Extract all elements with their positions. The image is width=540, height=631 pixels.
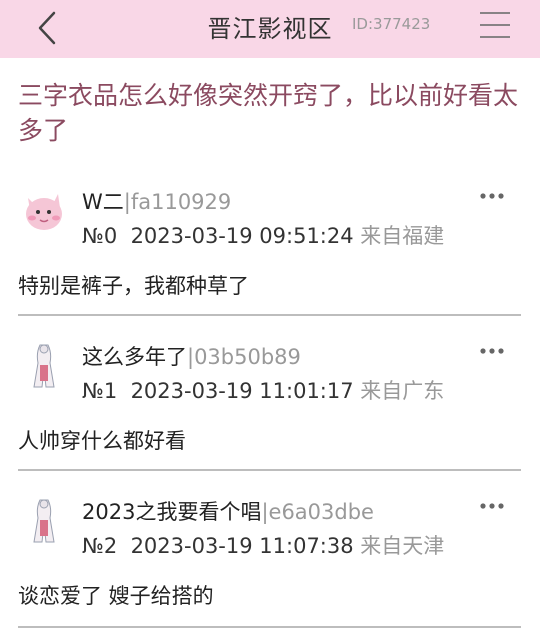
post-content: 谈恋爱了 嫂子给搭的	[18, 584, 214, 608]
author-name: W二	[82, 190, 124, 214]
avatar[interactable]	[18, 339, 70, 391]
post-meta: №1 2023-03-19 11:01:17 来自广东	[82, 375, 444, 405]
divider	[18, 626, 521, 628]
author-name: 这么多年了	[82, 345, 187, 369]
post-author[interactable]: 2023之我要看个唱|e6a03dbe	[82, 496, 374, 526]
post-meta: №2 2023-03-19 11:07:38 来自天津	[82, 530, 444, 560]
post-content: 特别是裤子，我都种草了	[18, 274, 249, 298]
post-datetime: 2023-03-19 11:07:38	[130, 534, 354, 558]
divider	[18, 469, 521, 471]
floor-number: №2	[82, 534, 118, 558]
more-button[interactable]	[478, 498, 506, 514]
author-uid: |e6a03dbe	[261, 500, 374, 524]
more-button[interactable]	[478, 188, 506, 204]
avatar[interactable]	[18, 494, 70, 546]
post-datetime: 2023-03-19 11:01:17	[130, 379, 354, 403]
author-uid: |03b50b89	[187, 345, 301, 369]
post-author[interactable]: 这么多年了|03b50b89	[82, 341, 301, 371]
post-content: 人帅穿什么都好看	[18, 429, 186, 453]
post-source: 来自福建	[360, 224, 445, 248]
doll-figure-avatar	[33, 499, 55, 543]
more-dots-icon	[480, 193, 504, 199]
divider	[18, 314, 521, 316]
thread-title: 三字衣品怎么好像突然开窍了，比以前好看太多了	[18, 81, 519, 145]
page-title: 晋江影视区	[0, 9, 540, 44]
doll-figure-avatar	[33, 344, 55, 388]
floor-number: №1	[82, 379, 118, 403]
more-dots-icon	[480, 503, 504, 509]
floor-number: №0	[82, 224, 118, 248]
more-button[interactable]	[478, 343, 506, 359]
post-author[interactable]: W二|fa110929	[82, 186, 231, 216]
pink-creature-avatar	[26, 194, 62, 230]
board-id: ID:377423	[352, 15, 431, 33]
more-dots-icon	[480, 348, 504, 354]
post-meta: №0 2023-03-19 09:51:24 来自福建	[82, 220, 444, 250]
menu-button[interactable]	[478, 10, 512, 40]
author-uid: |fa110929	[123, 190, 232, 214]
hamburger-menu-icon	[480, 12, 510, 38]
top-bar: 晋江影视区 ID:377423	[0, 0, 540, 58]
post-source: 来自广东	[360, 379, 445, 403]
post-source: 来自天津	[360, 534, 445, 558]
author-name: 2023之我要看个唱	[82, 500, 262, 524]
avatar[interactable]	[18, 184, 70, 236]
board-title: 晋江影视区	[207, 15, 333, 43]
post-datetime: 2023-03-19 09:51:24	[130, 224, 354, 248]
